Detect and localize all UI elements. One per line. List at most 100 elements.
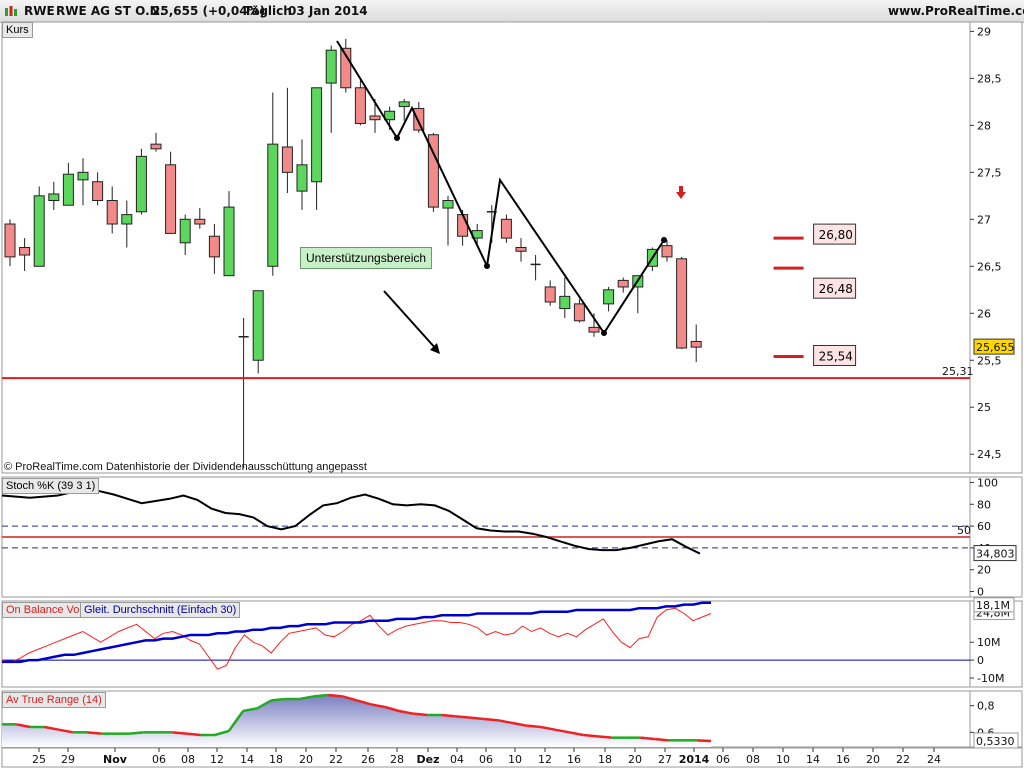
candle-body xyxy=(384,110,396,121)
candle-body xyxy=(413,107,425,131)
support-zone-label: Unterstützungsbereich xyxy=(300,247,433,269)
last-price-label: 25,655 xyxy=(976,341,1015,354)
candle-body xyxy=(354,87,366,124)
candle-body xyxy=(325,49,337,84)
y-tick-label: 0 xyxy=(977,586,984,599)
y-tick-label: 80 xyxy=(977,498,991,511)
x-tick-label: 10 xyxy=(508,753,522,766)
candle-body xyxy=(398,101,410,108)
candle-body xyxy=(33,195,45,267)
y-tick-label: 27,5 xyxy=(977,166,1002,179)
atr-segment xyxy=(328,693,343,698)
x-tick-label: 18 xyxy=(598,753,612,766)
atr-segment xyxy=(696,739,712,743)
y-axis-frame xyxy=(969,476,1023,598)
x-tick-label: 2014 xyxy=(679,753,710,766)
atr-segment xyxy=(639,736,655,741)
x-tick-label: Nov xyxy=(103,753,128,766)
x-tick-label: 22 xyxy=(329,753,343,766)
copyright-note: © ProRealTime.com Datenhistorie der Divi… xyxy=(4,461,367,473)
x-tick-label: 25 xyxy=(32,753,46,766)
y-tick-label: 0 xyxy=(977,654,984,667)
candle-body xyxy=(165,164,177,234)
y-tick-label: 29 xyxy=(977,25,991,38)
zigzag-pivot xyxy=(601,330,607,336)
chart-area[interactable]: 24,5 25 25,5 26 26,5 27 27,5 28 28,5 29 25,31 26,80… xyxy=(0,0,1024,768)
candle-body xyxy=(179,218,191,244)
candle-body xyxy=(296,164,308,192)
candle-body xyxy=(48,193,60,202)
y-tick-label: 24,5 xyxy=(977,448,1002,461)
atr-segment xyxy=(469,716,485,721)
obv-ma-panel-label: Gleit. Durchschnitt (Einfach 30) xyxy=(80,602,241,618)
x-tick-label: 06 xyxy=(716,753,730,766)
candle-body xyxy=(135,155,147,213)
x-tick-label: 20 xyxy=(628,753,642,766)
y-tick-label: -10M xyxy=(977,672,1004,685)
candle-body xyxy=(603,289,615,305)
atr-segment xyxy=(455,715,471,719)
x-tick-label: 12 xyxy=(538,753,552,766)
candle-body xyxy=(150,143,162,150)
obv-ma-last-label: 18,1M xyxy=(976,599,1010,612)
atr-segment xyxy=(313,693,329,698)
x-tick-label: 08 xyxy=(746,753,760,766)
candle-body xyxy=(369,115,381,121)
y-tick-label: 26 xyxy=(977,307,991,320)
stoch-panel-label: Stoch %K (39 3 1) xyxy=(2,478,100,494)
atr-segment xyxy=(186,732,201,737)
candle-body xyxy=(311,87,323,183)
zigzag-pivot xyxy=(661,237,667,243)
target-level-label: 26,80 xyxy=(819,228,853,242)
y-tick-label: 10M xyxy=(977,636,1001,649)
x-tick-label: 14 xyxy=(806,753,820,766)
x-tick-label: 12 xyxy=(210,753,224,766)
y-tick-label: 25 xyxy=(977,401,991,414)
candle-body xyxy=(121,214,133,225)
y-tick-label: 25,5 xyxy=(977,354,1002,367)
x-tick-label: 22 xyxy=(896,753,910,766)
candle-body xyxy=(62,173,74,206)
obv-panel-label: On Balance Vol xyxy=(2,602,86,618)
candle-body xyxy=(588,326,600,333)
x-tick-label: 18 xyxy=(269,753,283,766)
candle-body xyxy=(208,235,220,258)
x-tick-label: 16 xyxy=(836,753,850,766)
atr-segment xyxy=(484,717,499,722)
atr-segment xyxy=(172,731,187,735)
candle-body xyxy=(77,171,89,181)
atr-segment xyxy=(654,737,669,742)
candle-body xyxy=(690,340,702,348)
price-panel-label: Kurs xyxy=(2,22,33,38)
y-tick-label: 0,8 xyxy=(977,700,995,713)
x-tick-label: 16 xyxy=(567,753,581,766)
x-tick-label: 06 xyxy=(479,753,493,766)
x-tick-label: 08 xyxy=(181,753,195,766)
atr-segment xyxy=(413,712,428,717)
red-down-arrow-shaft xyxy=(679,186,683,192)
stoch-last-label: 34,803 xyxy=(976,548,1015,561)
x-tick-label: 28 xyxy=(390,753,404,766)
candle-body xyxy=(252,290,264,361)
x-tick-label: 10 xyxy=(776,753,790,766)
x-tick-label: 29 xyxy=(61,753,75,766)
x-axis: 25 29 Nov 06 08 12 14 18 20 22 26 28 Dez 04 06 10 12 16 18… xyxy=(1,747,1023,768)
atr-panel-label: Av True Range (14) xyxy=(2,692,106,708)
stoch-level-label: 50 xyxy=(957,524,971,537)
candle-body xyxy=(559,295,571,310)
zigzag-pivot xyxy=(484,263,490,269)
x-tick-label: 20 xyxy=(299,753,313,766)
y-tick-label: 28,5 xyxy=(977,72,1002,85)
x-tick-label: 20 xyxy=(866,753,880,766)
support-level-label: 25,31 xyxy=(942,365,974,378)
x-tick-label: Dez xyxy=(417,753,440,766)
candle-body xyxy=(457,214,469,237)
y-tick-label: 26,5 xyxy=(977,260,1002,273)
y-tick-label: 28 xyxy=(977,119,991,132)
candle-body xyxy=(676,258,688,349)
candle-body xyxy=(106,200,118,225)
candle-body xyxy=(4,223,16,258)
y-tick-label: 27 xyxy=(977,213,991,226)
candle-body xyxy=(223,206,235,277)
atr-segment xyxy=(271,697,286,702)
